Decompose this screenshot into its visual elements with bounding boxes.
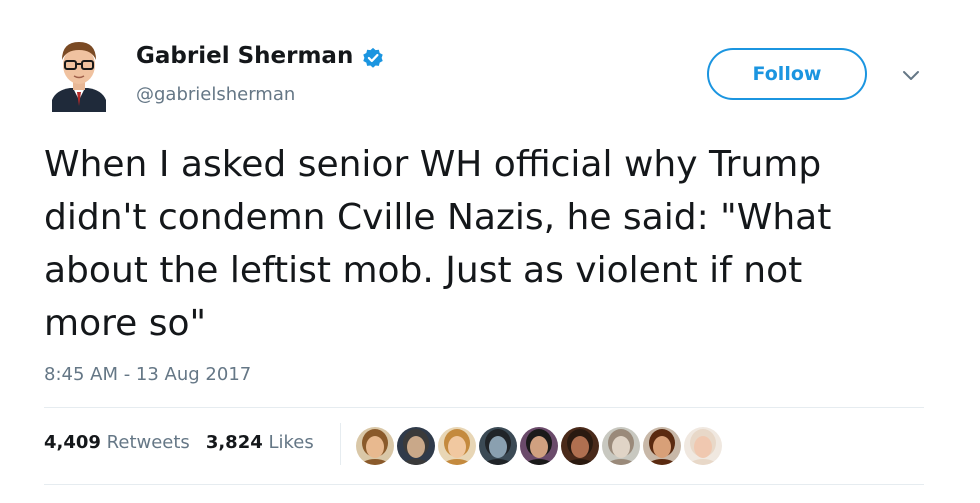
tweet-timestamp[interactable]: 8:45 AM - 13 Aug 2017 (44, 364, 251, 385)
likes-label: Likes (268, 432, 314, 453)
liker-avatar-icon (479, 427, 517, 465)
liker-avatar-6[interactable] (561, 427, 599, 465)
liker-avatar-icon (561, 427, 599, 465)
author-name[interactable]: Gabriel Sherman (136, 43, 353, 69)
divider-bottom (44, 484, 924, 485)
liker-avatars (356, 427, 722, 465)
stats-separator (340, 423, 341, 465)
profile-photo-icon (48, 34, 110, 112)
liker-avatar-7[interactable] (602, 427, 640, 465)
liker-avatar-icon (397, 427, 435, 465)
liker-avatar-icon (602, 427, 640, 465)
author-avatar[interactable] (48, 34, 110, 112)
author-handle[interactable]: @gabrielsherman (136, 84, 295, 105)
retweets-stat[interactable]: 4,409 Retweets (44, 432, 190, 453)
divider-top (44, 407, 924, 408)
liker-avatar-icon (356, 427, 394, 465)
follow-button[interactable]: Follow (707, 48, 867, 100)
liker-avatar-8[interactable] (643, 427, 681, 465)
liker-avatar-icon (438, 427, 476, 465)
verified-badge-icon (362, 47, 384, 69)
liker-avatar-1[interactable] (356, 427, 394, 465)
liker-avatar-9[interactable] (684, 427, 722, 465)
liker-avatar-3[interactable] (438, 427, 476, 465)
likes-stat[interactable]: 3,824 Likes (206, 432, 314, 453)
retweets-count: 4,409 (44, 432, 101, 453)
likes-count: 3,824 (205, 432, 263, 453)
tweet-stats: 4,409 Retweets 3,824 Likes (44, 432, 314, 453)
liker-avatar-icon (643, 427, 681, 465)
chevron-down-icon[interactable] (902, 68, 920, 82)
liker-avatar-5[interactable] (520, 427, 558, 465)
tweet-text: When I asked senior WH official why Trum… (44, 144, 832, 344)
liker-avatar-icon (684, 427, 722, 465)
retweets-label: Retweets (106, 432, 190, 453)
liker-avatar-4[interactable] (479, 427, 517, 465)
liker-avatar-2[interactable] (397, 427, 435, 465)
liker-avatar-icon (520, 427, 558, 465)
